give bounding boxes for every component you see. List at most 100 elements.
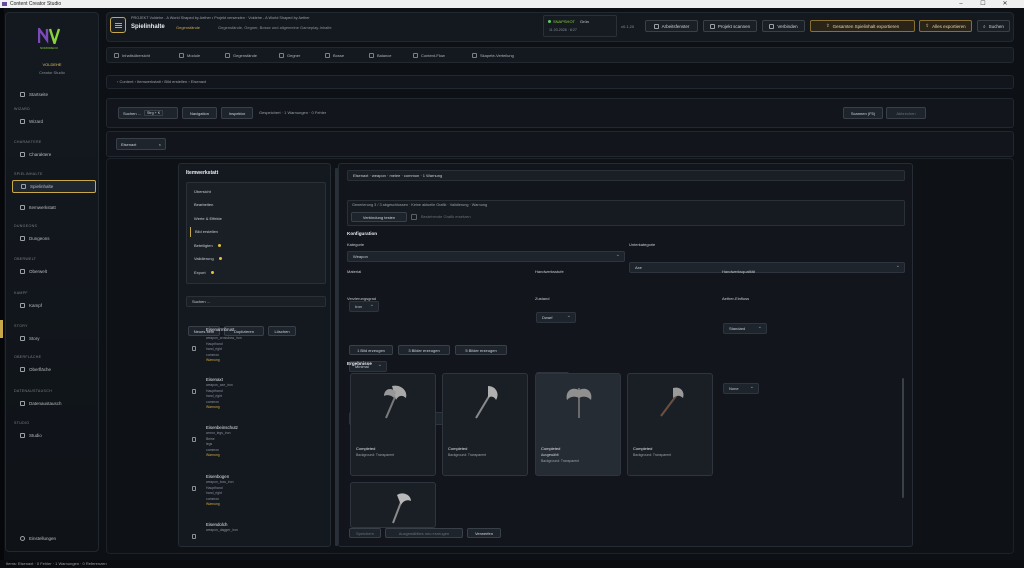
step-item-0[interactable]: Übersicht	[190, 186, 320, 196]
list-item[interactable]: weapon_crossbow_iron Haupthand hand_right c…	[190, 336, 320, 364]
breadcrumb: ‹ Content › Itemwerkstatt › Bild erstell…	[106, 75, 1014, 89]
tab-4[interactable]: Bosse	[325, 50, 344, 60]
wand-icon	[20, 119, 25, 124]
search-icon: ⌕	[983, 23, 986, 29]
scan-project-button[interactable]: Projekt scannen	[703, 20, 757, 32]
step-item-6[interactable]: Export	[190, 267, 320, 277]
sidebar-item-3[interactable]: Spielinhalte	[12, 180, 96, 193]
tab-5[interactable]: Balance	[369, 50, 391, 60]
maximize-button[interactable]: ☐	[974, 0, 992, 8]
settings-label: Einstellungen	[29, 536, 57, 541]
app-icon	[2, 2, 7, 6]
search-button[interactable]: ⌕ Suchen	[977, 20, 1010, 32]
result-card[interactable]: Completed Background: Transparent	[627, 373, 713, 476]
result-card[interactable]: Completed Ausgewählt Background: Transpare…	[535, 373, 621, 476]
tab-0[interactable]: Inhaltsübersicht	[114, 50, 150, 60]
studio-icon	[20, 433, 25, 438]
tab-icon	[413, 52, 418, 58]
material-select[interactable]: Iron	[349, 301, 379, 312]
list-item[interactable]: Eisendolch weapon_dagger_iron	[190, 522, 320, 539]
connect-button[interactable]: Verbinden	[762, 20, 805, 32]
project-line: PROJEKT Voldehe - A World Shaped by Aeth…	[131, 16, 310, 20]
sidebar-item-5[interactable]: Dungeons	[12, 232, 96, 245]
save-button[interactable]: Speichern	[349, 528, 381, 538]
sidebar-item-0[interactable]: Startseite	[12, 88, 96, 101]
sidebar-item-11[interactable]: Studio	[12, 429, 96, 442]
close-window-button[interactable]: ✕	[996, 0, 1014, 8]
step-item-4[interactable]: Beteiligten	[190, 240, 320, 250]
tab-icon	[369, 52, 374, 58]
regenerate-selected-button[interactable]: Ausgewähltes neu erzeugen	[385, 528, 463, 538]
inspector-button[interactable]: Inspektor	[221, 107, 253, 119]
tab-icon	[279, 52, 284, 58]
tab-7[interactable]: Skapete-Verteilung	[472, 50, 514, 60]
layout-icon	[20, 367, 25, 372]
test-connection-button[interactable]: Verbindung testen	[351, 212, 407, 222]
delete-button[interactable]: Löschen	[268, 326, 296, 336]
list-item[interactable]: Eisenbeinschutz armor_legs_iron Beine legs c…	[190, 425, 320, 459]
step-item-1[interactable]: Bearbeiten	[190, 200, 320, 210]
axe-image-icon	[660, 387, 684, 417]
tab-2[interactable]: Gegenstände	[225, 50, 257, 60]
warning-badge: Warnung	[206, 358, 220, 363]
step-item-5[interactable]: Validierung	[190, 254, 320, 264]
export-all-button[interactable]: ⇪ Alles exportieren	[919, 20, 972, 32]
menu-icon[interactable]	[110, 17, 126, 33]
export-content-button[interactable]: ⇪ Gesamten Spielinhalt exportieren	[810, 20, 915, 32]
close-chip-icon[interactable]: ×	[159, 142, 161, 147]
result-status: Completed	[541, 446, 561, 451]
minimize-button[interactable]: –	[952, 0, 970, 8]
item-chip[interactable]: Eisenaxt ×	[116, 138, 166, 150]
search-command-button[interactable]: Suchen ... Strg + K	[118, 107, 178, 119]
sidebar-item-label: Story	[29, 336, 40, 341]
qualitaet-select[interactable]: Standard	[723, 323, 767, 334]
settings-button[interactable]: Einstellungen	[12, 532, 96, 545]
sidebar-item-7[interactable]: Kampf	[12, 299, 96, 312]
sidebar-section-label: OBERFLÄCHE	[14, 355, 42, 359]
window-icon	[653, 23, 659, 29]
sidebar-item-4[interactable]: Itemwerkstatt	[12, 201, 96, 214]
step-item-3[interactable]: Bild erstellen	[190, 226, 320, 237]
sidebar-item-10[interactable]: Datenaustausch	[12, 397, 96, 410]
sidebar-section-label: KAMPF	[14, 291, 28, 295]
list-item[interactable]: Eisenaxt weapon_axe_iron Haupthand hand_rig…	[190, 377, 320, 411]
step-item-2[interactable]: Werte & Effekte	[190, 213, 320, 223]
export-all-icon: ⇪	[925, 23, 930, 28]
handwerk-label: Handwerksstufe	[535, 269, 564, 274]
sidebar-item-1[interactable]: Wizard	[12, 115, 96, 128]
result-card[interactable]	[350, 482, 436, 528]
results-scrollbar[interactable]	[902, 378, 904, 498]
axe-image-icon	[566, 388, 592, 418]
replace-checkbox[interactable]	[411, 214, 417, 220]
sidebar-item-2[interactable]: Charaktere	[12, 148, 96, 161]
grid-icon	[21, 184, 26, 189]
aether-select[interactable]: None	[723, 383, 759, 394]
result-card[interactable]: Completed Background: Transparent	[350, 373, 436, 476]
kategorie-select[interactable]: Weapon	[347, 251, 625, 262]
tab-3[interactable]: Gegner	[279, 50, 300, 60]
tab-1[interactable]: Module	[179, 50, 200, 60]
sidebar-section-label: STORY	[14, 324, 28, 328]
navigation-button[interactable]: Navigation	[182, 107, 217, 119]
sidebar-item-6[interactable]: Oberwelt	[12, 265, 96, 278]
generate-5-button[interactable]: 5 Bilder erzeugen	[455, 345, 507, 355]
handwerk-select[interactable]: Dwarf	[536, 312, 576, 323]
result-card[interactable]: Completed Background: Transparent	[442, 373, 528, 476]
scan-f5-button[interactable]: Scannen (F5)	[843, 107, 883, 119]
window-titlebar: Content Creator Studio	[0, 0, 1024, 8]
item-search-input[interactable]: Suchen ...	[186, 296, 326, 307]
workspace-button[interactable]: Arbeitsfenster	[645, 20, 698, 32]
generate-1-button[interactable]: 1 Bild erzeugen	[349, 345, 393, 355]
result-status: Completed	[633, 446, 653, 451]
discard-button[interactable]: Verwerfen	[467, 528, 501, 538]
list-item[interactable]: Eisenbogen weapon_bow_iron Haupthand hand_r…	[190, 474, 320, 508]
cancel-button[interactable]: Abbrechen	[886, 107, 926, 119]
generate-3-button[interactable]: 3 Bilder erzeugen	[398, 345, 450, 355]
tab-6[interactable]: Content-Flow	[413, 50, 445, 60]
sidebar-section-label: WIZARD	[14, 107, 30, 111]
tab-icon	[325, 52, 330, 58]
sidebar-item-8[interactable]: Story	[12, 332, 96, 345]
unterkategorie-select[interactable]: Axe	[629, 262, 905, 273]
step-label: Bild erstellen	[195, 229, 218, 234]
sidebar-item-9[interactable]: Oberfläche	[12, 363, 96, 376]
